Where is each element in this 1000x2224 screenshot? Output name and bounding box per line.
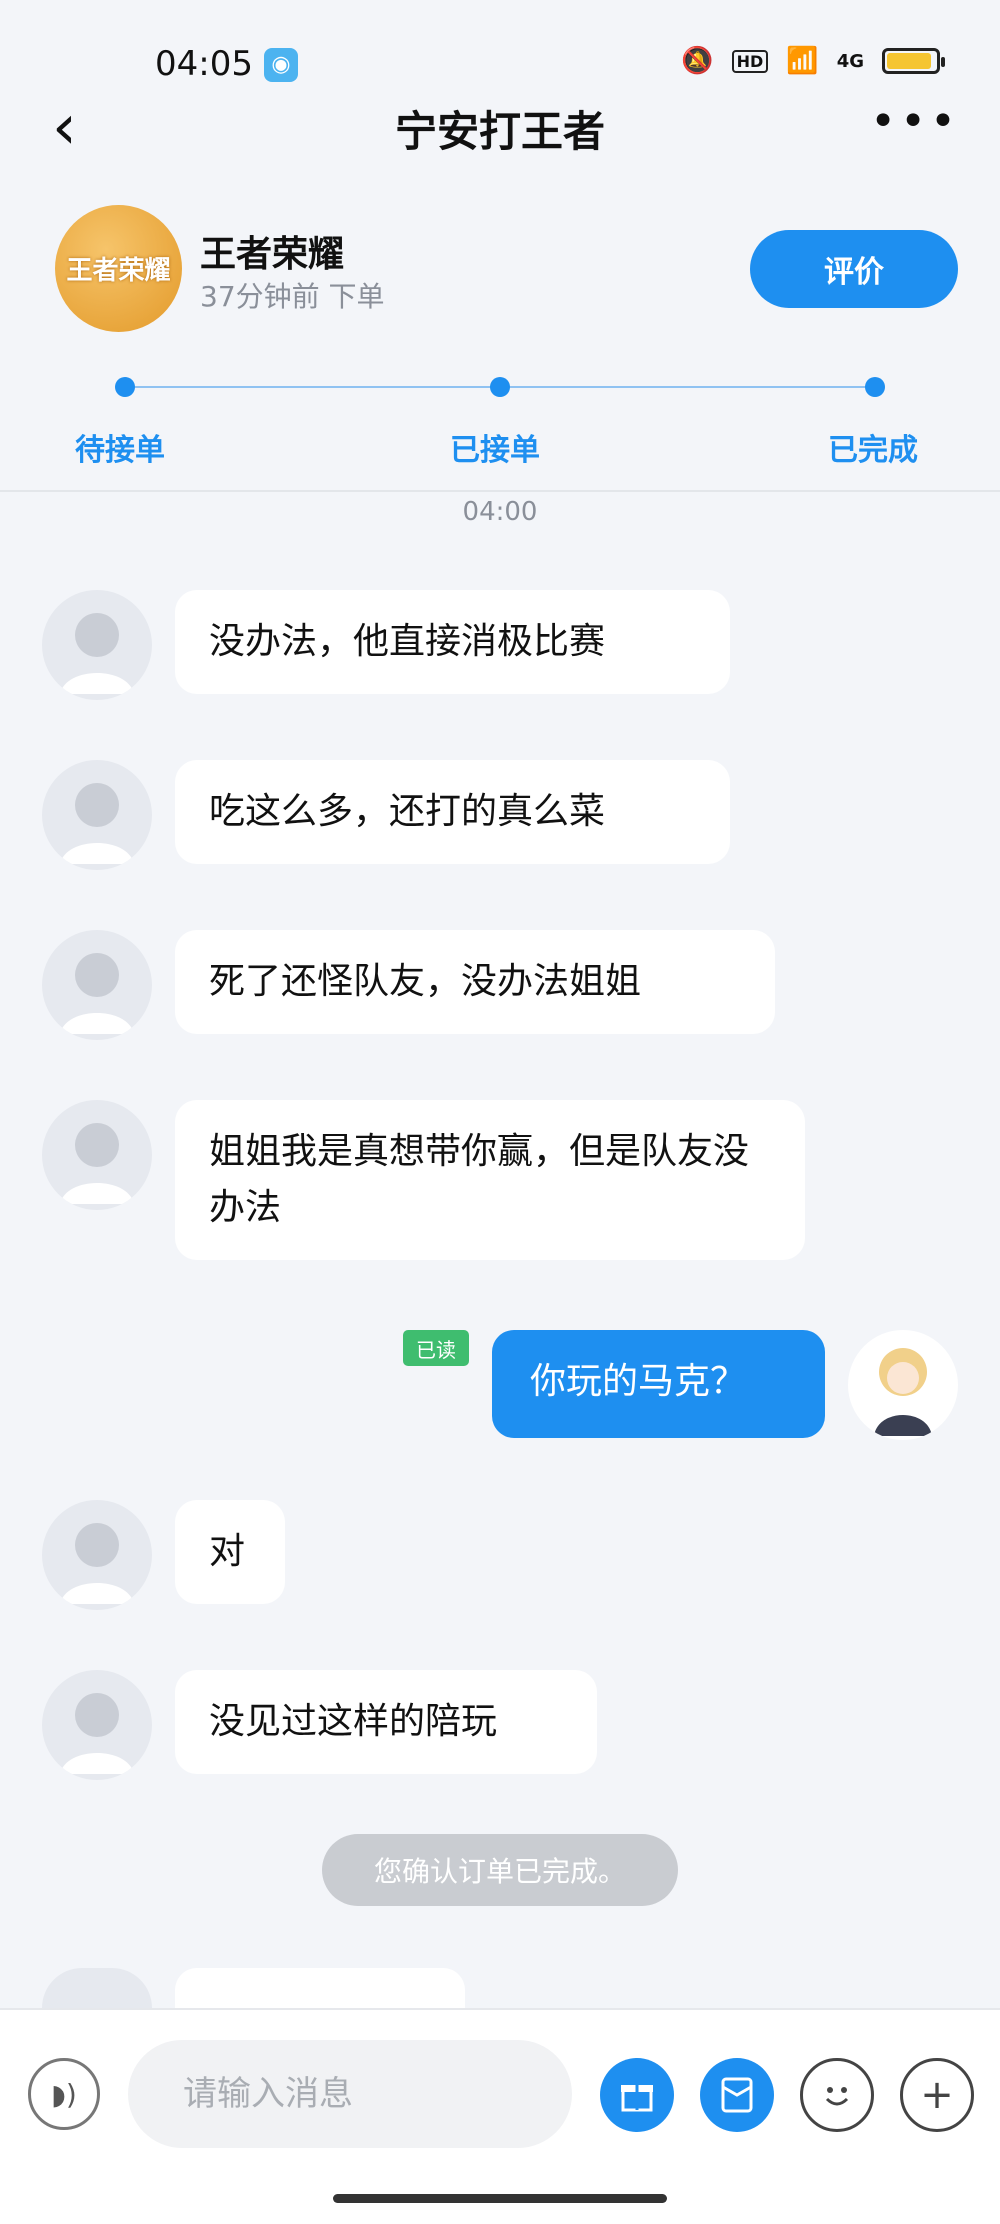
message-bubble: 姐姐我是真想带你赢，但是队友没办法 [175,1100,805,1260]
message-bubble: 没办法，他直接消极比赛 [175,590,730,694]
network-label: 4G [836,50,864,72]
contact-avatar[interactable] [42,1968,152,2008]
game-name: 王者荣耀 [200,234,345,275]
my-avatar[interactable] [848,1330,958,1440]
contact-avatar[interactable] [42,1670,152,1780]
system-notice: 您确认订单已完成。 [322,1834,678,1906]
contact-avatar[interactable] [42,1500,152,1610]
message-input[interactable] [128,2040,572,2148]
gift-icon[interactable] [600,2058,674,2132]
step-dot-pending [115,377,135,397]
hd-icon: HD [731,49,769,73]
order-time: 37分钟前 下单 [200,280,385,313]
read-status-badge: 已读 [403,1330,469,1366]
contact-avatar[interactable] [42,590,152,700]
contact-avatar[interactable] [42,1100,152,1210]
battery-fill [887,53,931,69]
message-bubble: 对 [175,1500,285,1604]
contact-avatar[interactable] [42,930,152,1040]
status-icons: 🔕 HD 📶 4G [681,46,945,76]
message-bubble [175,1968,465,2008]
message-bubble: 死了还怪队友，没办法姐姐 [175,930,775,1034]
contact-avatar[interactable] [42,760,152,870]
add-icon[interactable]: + [900,2058,974,2132]
step-dot-completed [865,377,885,397]
step-label-completed: 已完成 [828,433,918,468]
step-dot-accepted [490,377,510,397]
home-indicator [333,2194,667,2203]
chat-timestamp: 04:00 [462,497,538,527]
mute-bell-icon: 🔕 [681,46,714,76]
wifi-icon: 📶 [786,46,819,76]
message-bubble: 吃这么多，还打的真么菜 [175,760,730,864]
voice-icon[interactable]: ◗) [28,2058,100,2130]
game-logo: 王者荣耀 [55,205,182,332]
message-bubble: 没见过这样的陪玩 [175,1670,597,1774]
divider [0,490,1000,492]
rate-button[interactable]: 评价 [750,230,958,308]
my-message-bubble: 你玩的马克？ [492,1330,825,1438]
status-time: 04:05 [155,44,253,84]
emoji-icon[interactable] [800,2058,874,2132]
step-label-accepted: 已接单 [450,433,540,468]
red-packet-icon[interactable] [700,2058,774,2132]
battery-icon [882,48,945,74]
app-notification-icon: ◉ [264,48,298,82]
more-options-icon[interactable]: ••• [870,96,960,147]
page-title: 宁安打王者 [394,107,605,156]
step-label-pending: 待接单 [75,433,165,468]
